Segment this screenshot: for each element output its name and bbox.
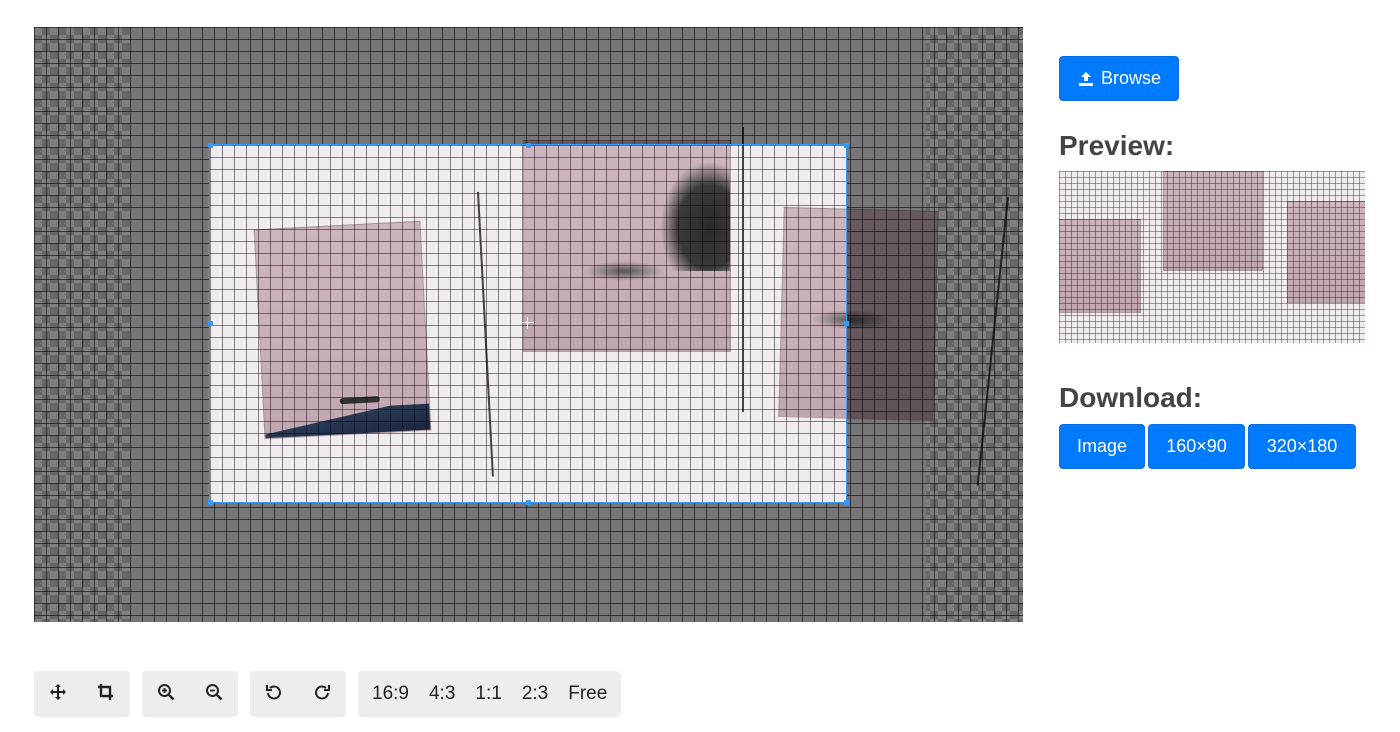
crop-handle-w[interactable]: [208, 321, 213, 326]
zoom-in-icon: [157, 683, 175, 706]
aspect-ratio-group: 16:9 4:3 1:1 2:3 Free: [358, 671, 622, 717]
crop-handle-se[interactable]: [844, 500, 849, 505]
rotate-right-icon: [313, 683, 331, 706]
crop-handle-n[interactable]: [526, 143, 531, 148]
browse-button[interactable]: Browse: [1059, 56, 1179, 101]
image-cropper-canvas[interactable]: [34, 27, 1023, 622]
upload-icon: [1077, 70, 1095, 88]
crop-handle-ne[interactable]: [844, 143, 849, 148]
crop-handle-s[interactable]: [526, 500, 531, 505]
crop-preview: [1059, 171, 1365, 343]
aspect-ratio-free-button[interactable]: Free: [558, 671, 617, 717]
crop-icon: [97, 683, 115, 706]
download-heading: Download:: [1059, 382, 1203, 413]
zoom-tool-group: [142, 671, 238, 717]
browse-label: Browse: [1100, 68, 1162, 88]
move-icon: [49, 683, 67, 706]
download-320x180-button[interactable]: 320×180: [1248, 424, 1356, 469]
aspect-ratio-1-1-button[interactable]: 1:1: [465, 671, 511, 717]
rotate-left-button[interactable]: [250, 671, 298, 717]
preview-heading: Preview:: [1059, 130, 1175, 161]
rotate-tool-group: [250, 671, 346, 717]
crop-handle-e[interactable]: [844, 321, 849, 326]
crop-button[interactable]: [82, 671, 130, 717]
crop-handle-nw[interactable]: [208, 143, 213, 148]
rotate-left-icon: [265, 683, 283, 706]
mode-tool-group: [34, 671, 130, 717]
aspect-ratio-16-9-button[interactable]: 16:9: [362, 671, 419, 717]
rotate-right-button[interactable]: [298, 671, 346, 717]
zoom-out-button[interactable]: [190, 671, 238, 717]
zoom-in-button[interactable]: [142, 671, 190, 717]
aspect-ratio-4-3-button[interactable]: 4:3: [419, 671, 465, 717]
crop-box[interactable]: [209, 144, 847, 503]
move-button[interactable]: [34, 671, 82, 717]
zoom-out-icon: [205, 683, 223, 706]
download-button-group: Image 160×90 320×180: [1059, 424, 1356, 469]
download-image-button[interactable]: Image: [1059, 424, 1145, 469]
crop-handle-sw[interactable]: [208, 500, 213, 505]
crop-center-indicator: [522, 317, 534, 329]
download-160x90-button[interactable]: 160×90: [1148, 424, 1245, 469]
aspect-ratio-2-3-button[interactable]: 2:3: [512, 671, 558, 717]
cropper-toolbar: 16:9 4:3 1:1 2:3 Free: [34, 671, 622, 717]
